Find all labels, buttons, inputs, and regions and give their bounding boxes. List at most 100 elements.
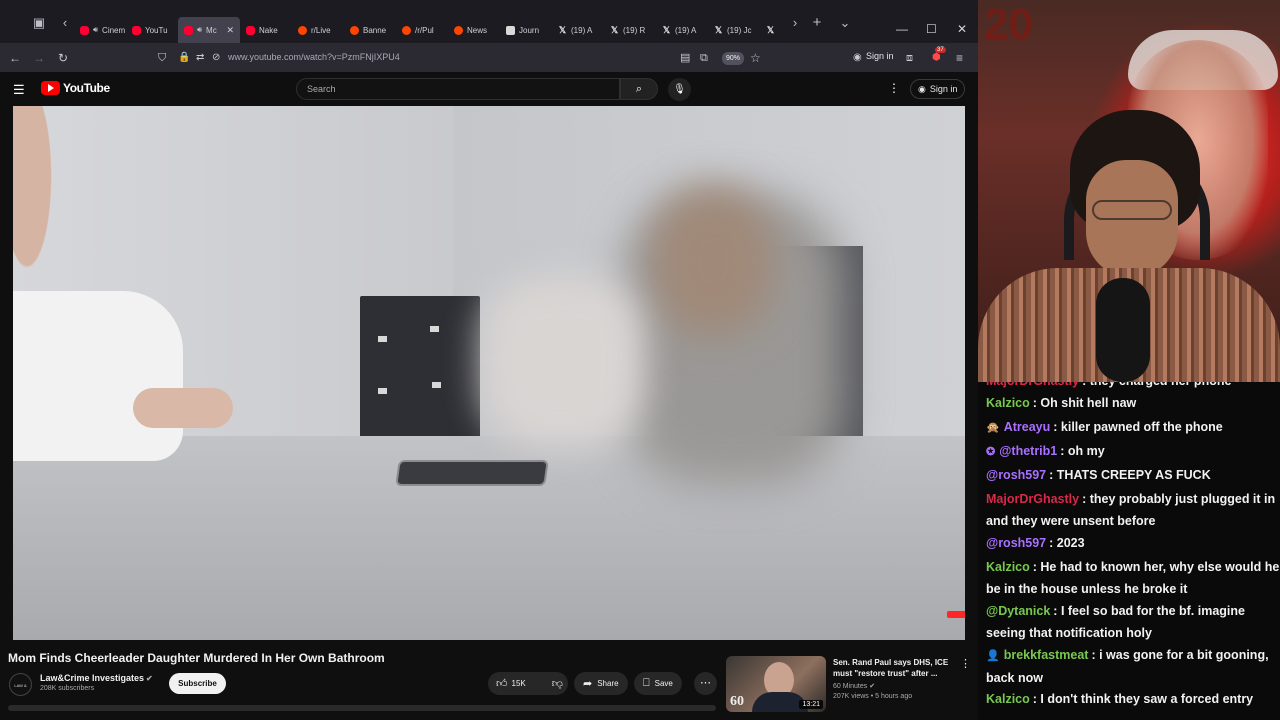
tab-label: Nake xyxy=(259,25,278,35)
overlay-number: 20 xyxy=(984,0,1033,49)
app-menu-icon[interactable]: ≡ xyxy=(956,49,963,67)
chat-message: @rosh597: THATS CREEPY AS FUCK xyxy=(986,464,1280,486)
recommended-views: 207K views xyxy=(833,693,869,700)
share-arrow-icon: ➦ xyxy=(583,678,593,690)
chat-username[interactable]: @rosh597 xyxy=(986,468,1046,482)
video-player[interactable] xyxy=(13,106,965,640)
chat-username[interactable]: Kalzico xyxy=(986,560,1030,574)
browser-tab[interactable]: 🔊︎ Cinem xyxy=(74,17,126,43)
browser-tab[interactable]: 𝕏 (19) Jc xyxy=(708,17,760,43)
reddit-icon xyxy=(454,25,463,35)
chat-text: oh my xyxy=(1067,444,1105,458)
verified-icon: ✔ xyxy=(146,674,153,683)
permissions-icon[interactable]: ⇄ xyxy=(196,49,204,67)
tab-manager-icon[interactable]: ▣ xyxy=(30,14,48,32)
voice-search-button[interactable]: 🎙 xyxy=(668,78,691,101)
like-button[interactable]: 👍︎ 15K xyxy=(488,672,534,695)
chat-text-continued: and they were unsent before xyxy=(986,514,1156,528)
browser-tab[interactable]: 𝕏 (19) R xyxy=(604,17,656,43)
recommended-age: 5 hours ago xyxy=(875,693,913,700)
x-icon: 𝕏 xyxy=(714,24,723,35)
channel-name-row[interactable]: Law&Crime Investigates ✔ xyxy=(40,673,153,683)
microphone-icon: 🎙 xyxy=(673,84,686,95)
youtube-play-icon xyxy=(41,81,60,95)
guide-menu-icon[interactable]: ☰ xyxy=(13,82,25,98)
chat-message: MajorDrGhastly: they charged her phone xyxy=(986,382,1280,392)
x-icon: 𝕏 xyxy=(558,24,567,35)
chat-username[interactable]: @thetrib1 xyxy=(999,444,1057,458)
chat-username[interactable]: MajorDrGhastly xyxy=(986,492,1079,506)
search-input[interactable]: Search xyxy=(296,78,620,100)
reader-view-icon[interactable]: ▤ xyxy=(680,49,690,67)
account-icon[interactable]: ◉ xyxy=(853,49,862,67)
browser-tab[interactable]: r/Live xyxy=(292,17,344,43)
dislike-button[interactable]: 👎︎ xyxy=(544,672,571,695)
browser-tab[interactable]: /r/Pul xyxy=(396,17,448,43)
new-tab-icon[interactable]: + xyxy=(808,14,826,32)
save-button[interactable]: ⎕ Save xyxy=(634,672,682,695)
sixty-minutes-logo: 60 xyxy=(730,694,744,709)
chat-badge-icon: 🙊 xyxy=(986,422,1000,434)
share-button[interactable]: ➦ Share xyxy=(574,672,628,695)
youtube-signin-button[interactable]: ◉ Sign in xyxy=(910,79,966,99)
chat-username[interactable]: Kalzico xyxy=(986,692,1030,706)
chat-username[interactable]: brekkfastmeat xyxy=(1004,648,1089,662)
youtube-logo[interactable]: YouTube xyxy=(41,81,110,95)
browser-tab[interactable]: Nake xyxy=(240,17,292,43)
zoom-level[interactable]: 90% xyxy=(722,52,745,65)
browser-tab[interactable]: 𝕏 (19) A xyxy=(656,17,708,43)
url-field[interactable]: www.youtube.com/watch?v=PzmFNjIXPU4 xyxy=(228,52,400,62)
browser-window: ▣ ‹ 🔊︎ Cinem YouTu 🔊︎ Mc ✕ Nake r/Live Banne/r/P… xyxy=(0,0,978,720)
chat-username[interactable]: @rosh597 xyxy=(986,536,1046,550)
chat-text: THATS CREEPY AS FUCK xyxy=(1056,468,1211,482)
chat-username[interactable]: Kalzico xyxy=(986,396,1030,410)
picture-in-picture-icon[interactable]: ⧉ xyxy=(700,49,708,67)
streamer-microphone xyxy=(1096,278,1150,382)
recommended-title[interactable]: Sen. Rand Paul says DHS, ICE must "resto… xyxy=(833,657,953,679)
browser-signin[interactable]: Sign in xyxy=(866,51,894,61)
reload-icon[interactable]: ↻ xyxy=(58,49,68,67)
maximize-icon[interactable]: ☐ xyxy=(926,22,937,36)
speaker-icon[interactable]: 🔊︎ xyxy=(197,25,202,35)
browser-tab[interactable]: 𝕏 (19) A xyxy=(552,17,604,43)
tab-scroll-right-icon[interactable]: › xyxy=(786,14,804,32)
like-dislike-group: 👍︎ 15K 👎︎ xyxy=(488,672,568,695)
video-detective-shirt xyxy=(13,291,183,461)
subscribe-button[interactable]: Subscribe xyxy=(169,673,226,694)
back-icon[interactable]: ← xyxy=(9,49,21,67)
recommended-channel-row[interactable]: 60 Minutes ✔ xyxy=(833,682,875,690)
forward-icon[interactable]: → xyxy=(33,49,45,67)
chat-text: He had to known her, why else would he xyxy=(1040,560,1280,574)
browser-tab[interactable]: YouTu xyxy=(126,17,178,43)
lock-icon[interactable]: 🔒 xyxy=(178,49,190,67)
chat-username[interactable]: @Dytanick xyxy=(986,604,1050,618)
shield-icon[interactable]: ⛉ xyxy=(158,49,166,67)
channel-avatar[interactable]: LAW & CRIME xyxy=(9,673,32,696)
hd-quality-icon xyxy=(947,611,965,618)
bookmark-star-icon[interactable]: ☆ xyxy=(750,49,761,67)
chat-username[interactable]: Atreayu xyxy=(1004,420,1051,434)
horizontal-scrollbar[interactable] xyxy=(8,705,716,711)
tab-scroll-left-icon[interactable]: ‹ xyxy=(56,14,74,32)
browser-tab[interactable]: Journ xyxy=(500,17,552,43)
youtube-signin-label: Sign in xyxy=(929,84,958,94)
tab-list-icon[interactable]: ⌄ xyxy=(836,14,854,32)
close-window-icon[interactable]: ✕ xyxy=(957,22,967,36)
like-count: 15K xyxy=(511,679,526,688)
extensions-icon[interactable]: ⧈ xyxy=(906,49,913,67)
search-button[interactable]: ⌕ xyxy=(620,78,658,100)
minimize-icon[interactable]: — xyxy=(896,22,908,36)
browser-tab[interactable]: Banne xyxy=(344,17,396,43)
browser-tab[interactable]: News xyxy=(448,17,500,43)
autoplay-blocked-icon[interactable]: ⊘ xyxy=(212,49,220,67)
more-actions-button[interactable]: ⋯ xyxy=(694,672,717,695)
settings-kebab-icon[interactable]: ⋮ xyxy=(888,81,900,95)
chat-text: I don't think they saw a forced entry xyxy=(1040,692,1254,706)
speaker-icon[interactable]: 🔊︎ xyxy=(93,25,98,35)
video-duration: 13:21 xyxy=(799,700,823,709)
recommended-more-icon[interactable]: ⋮ xyxy=(960,657,971,670)
browser-tab[interactable]: 🔊︎ Mc ✕ xyxy=(178,17,240,43)
close-tab-icon[interactable]: ✕ xyxy=(226,25,234,36)
recommended-thumbnail[interactable]: 60 13:21 xyxy=(726,656,826,712)
chat-username[interactable]: MajorDrGhastly xyxy=(986,382,1079,388)
